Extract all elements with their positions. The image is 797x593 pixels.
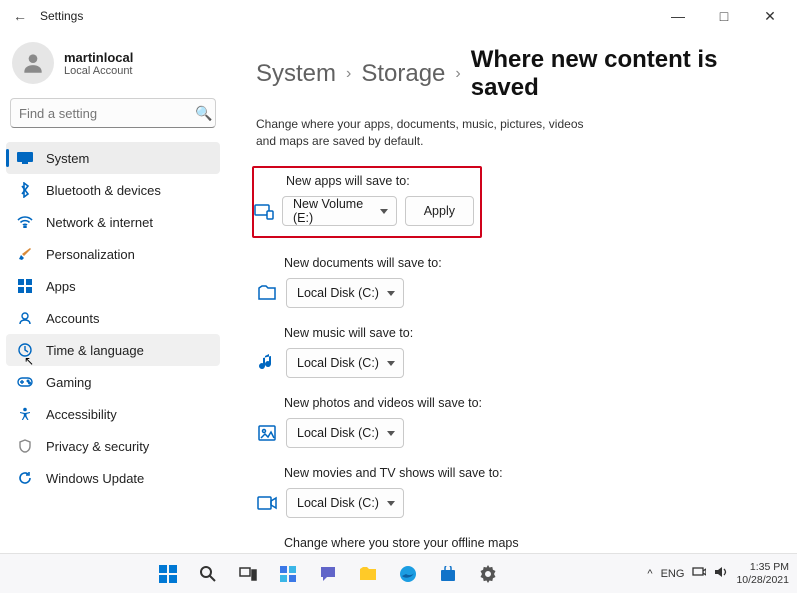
setting-new-apps-highlight: New apps will save to: New Volume (E:) A… — [252, 166, 482, 238]
nav-item-personalization[interactable]: Personalization — [6, 238, 220, 270]
apps-save-icon — [254, 200, 274, 222]
user-block[interactable]: martinlocal Local Account — [6, 38, 220, 98]
movies-icon — [256, 492, 278, 514]
bluetooth-icon — [16, 181, 34, 199]
back-button[interactable]: ← — [8, 8, 32, 24]
start-button[interactable] — [152, 558, 184, 590]
breadcrumb-current: Where new content is saved — [471, 46, 777, 102]
nav-label: Privacy & security — [46, 439, 149, 454]
documents-icon — [256, 282, 278, 304]
window-title: Settings — [40, 9, 83, 23]
nav-label: Gaming — [46, 375, 92, 390]
nav-item-bluetooth[interactable]: Bluetooth & devices — [6, 174, 220, 206]
new-apps-dropdown[interactable]: New Volume (E:) — [282, 196, 397, 226]
breadcrumb-storage[interactable]: Storage — [361, 60, 445, 88]
gaming-icon — [16, 373, 34, 391]
setting-new-photos: New photos and videos will save to: Loca… — [256, 396, 777, 448]
nav-item-privacy[interactable]: Privacy & security — [6, 430, 220, 462]
update-icon — [16, 469, 34, 487]
nav-item-windows-update[interactable]: Windows Update — [6, 462, 220, 494]
close-button[interactable]: ✕ — [751, 2, 789, 30]
new-documents-dropdown[interactable]: Local Disk (C:) — [286, 278, 404, 308]
nav-label: Bluetooth & devices — [46, 183, 161, 198]
shield-icon — [16, 437, 34, 455]
nav-item-accounts[interactable]: Accounts — [6, 302, 220, 334]
nav-label: Personalization — [46, 247, 135, 262]
photos-icon — [256, 422, 278, 444]
tray-chevron-icon[interactable]: ^ — [647, 568, 652, 580]
apps-icon — [16, 277, 34, 295]
nav-list: System Bluetooth & devices Network & int… — [6, 142, 220, 494]
avatar — [12, 42, 54, 84]
wifi-icon — [16, 213, 34, 231]
chat-button[interactable] — [312, 558, 344, 590]
setting-title: New movies and TV shows will save to: — [284, 466, 777, 480]
tray-language[interactable]: ENG — [661, 568, 685, 580]
tray-volume-icon[interactable] — [714, 566, 728, 581]
page-description: Change where your apps, documents, music… — [256, 116, 606, 150]
setting-title: New photos and videos will save to: — [284, 396, 777, 410]
apply-button[interactable]: Apply — [405, 196, 474, 226]
nav-label: Time & language — [46, 343, 144, 358]
tray-network-icon[interactable] — [692, 566, 706, 581]
nav-item-system[interactable]: System — [6, 142, 220, 174]
accounts-icon — [16, 309, 34, 327]
system-tray[interactable]: ^ ENG 1:35 PM 10/28/2021 — [647, 561, 789, 585]
nav-label: System — [46, 151, 89, 166]
settings-button[interactable] — [472, 558, 504, 590]
accessibility-icon — [16, 405, 34, 423]
nav-item-apps[interactable]: Apps — [6, 270, 220, 302]
nav-item-accessibility[interactable]: Accessibility — [6, 398, 220, 430]
taskview-button[interactable] — [232, 558, 264, 590]
explorer-button[interactable] — [352, 558, 384, 590]
setting-new-movies: New movies and TV shows will save to: Lo… — [256, 466, 777, 518]
chevron-right-icon: › — [346, 65, 351, 83]
store-button[interactable] — [432, 558, 464, 590]
nav-label: Accounts — [46, 311, 99, 326]
search-icon: 🔍 — [195, 105, 212, 122]
taskbar-search[interactable] — [192, 558, 224, 590]
new-music-dropdown[interactable]: Local Disk (C:) — [286, 348, 404, 378]
nav-label: Apps — [46, 279, 76, 294]
setting-new-documents: New documents will save to: Local Disk (… — [256, 256, 777, 308]
new-movies-dropdown[interactable]: Local Disk (C:) — [286, 488, 404, 518]
widgets-button[interactable] — [272, 558, 304, 590]
edge-button[interactable] — [392, 558, 424, 590]
breadcrumb: System › Storage › Where new content is … — [256, 46, 777, 102]
tray-clock[interactable]: 1:35 PM 10/28/2021 — [736, 561, 789, 585]
nav-label: Accessibility — [46, 407, 117, 422]
nav-label: Network & internet — [46, 215, 153, 230]
setting-title: New music will save to: — [284, 326, 777, 340]
nav-item-gaming[interactable]: Gaming — [6, 366, 220, 398]
user-account-type: Local Account — [64, 65, 133, 77]
nav-item-time-language[interactable]: Time & language ↖ — [6, 334, 220, 366]
new-photos-dropdown[interactable]: Local Disk (C:) — [286, 418, 404, 448]
taskbar: ^ ENG 1:35 PM 10/28/2021 — [0, 553, 797, 593]
search-input[interactable] — [19, 106, 195, 121]
setting-new-music: New music will save to: Local Disk (C:) — [256, 326, 777, 378]
setting-title: Change where you store your offline maps — [284, 536, 777, 550]
music-icon — [256, 352, 278, 374]
minimize-button[interactable]: — — [659, 2, 697, 30]
paintbrush-icon — [16, 245, 34, 263]
breadcrumb-system[interactable]: System — [256, 60, 336, 88]
nav-label: Windows Update — [46, 471, 144, 486]
maximize-button[interactable]: □ — [705, 2, 743, 30]
system-icon — [16, 149, 34, 167]
nav-item-network[interactable]: Network & internet — [6, 206, 220, 238]
chevron-right-icon: › — [455, 65, 460, 83]
setting-title: New documents will save to: — [284, 256, 777, 270]
search-box[interactable]: 🔍 — [10, 98, 216, 128]
user-name: martinlocal — [64, 50, 133, 65]
setting-title: New apps will save to: — [286, 174, 474, 188]
